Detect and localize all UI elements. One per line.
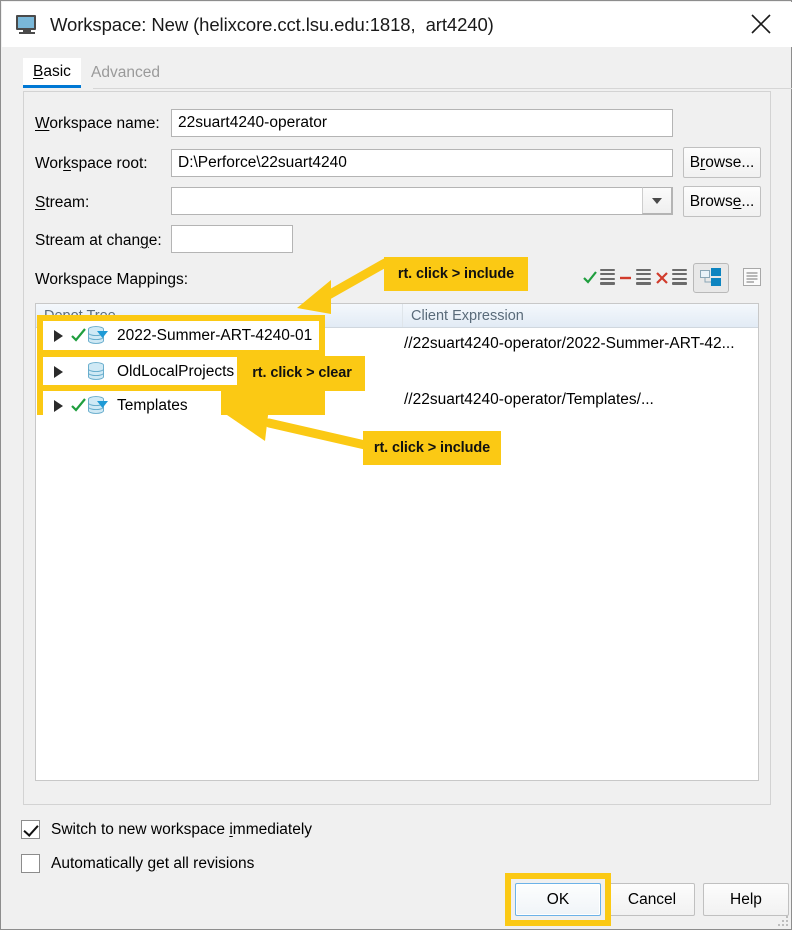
annotation-note-include-top: rt. click > include bbox=[384, 257, 528, 291]
workspace-root-label: Workspace root: bbox=[35, 155, 148, 172]
workspace-name-input[interactable]: 22suart4240-operator bbox=[171, 109, 673, 137]
window-title: Workspace: New (helixcore.cct.lsu.edu:18… bbox=[50, 13, 494, 35]
tree-row-expression-cell: //22suart4240-operator/2022-Summer-ART-4… bbox=[404, 334, 735, 352]
stream-at-change-input[interactable] bbox=[171, 225, 293, 253]
workspace-new-dialog: Workspace: New (helixcore.cct.lsu.edu:18… bbox=[0, 0, 792, 930]
tab-basic-label: BBasicasic bbox=[33, 62, 71, 80]
resize-grip[interactable] bbox=[776, 914, 788, 926]
tree-row-label: OldLocalProjects bbox=[117, 362, 235, 380]
annotation-highlight-ok-button bbox=[505, 873, 611, 926]
auto-get-revisions-checkbox[interactable] bbox=[21, 854, 40, 873]
include-mapping-icon[interactable] bbox=[583, 263, 617, 291]
browse-stream-label: Browse... bbox=[689, 192, 755, 210]
expand-chevron-icon[interactable] bbox=[47, 399, 69, 412]
tab-advanced[interactable]: Advanced bbox=[81, 58, 170, 88]
include-check-icon bbox=[69, 398, 87, 413]
stream-label: Stream: bbox=[35, 194, 90, 211]
help-button-label: Help bbox=[730, 890, 762, 908]
browse-root-label: Browse... bbox=[689, 153, 755, 171]
depot-icon bbox=[87, 361, 109, 382]
annotation-row2-content[interactable]: OldLocalProjects bbox=[43, 358, 234, 385]
annotation-note-clear: rt. click > clear bbox=[241, 358, 363, 388]
title-bar: Workspace: New (helixcore.cct.lsu.edu:18… bbox=[2, 2, 792, 47]
annotation-row3-content[interactable]: Templates bbox=[43, 392, 188, 419]
annotation-row1-content[interactable]: 2022-Summer-ART-4240-01 bbox=[43, 322, 312, 349]
stream-at-change-label: Stream at change: bbox=[35, 232, 162, 249]
tree-row-label: 2022-Summer-ART-4240-01 bbox=[117, 326, 313, 344]
tree-row-expression-cell: //22suart4240-operator/Templates/... bbox=[404, 390, 654, 408]
switch-workspace-checkbox-row[interactable]: Switch to new workspace immediately bbox=[21, 820, 312, 839]
expand-chevron-icon[interactable] bbox=[47, 365, 69, 378]
tree-row-label: Templates bbox=[117, 396, 188, 414]
tab-underline bbox=[93, 88, 792, 89]
tree-view-icon[interactable] bbox=[693, 263, 729, 293]
stream-dropdown-arrow-icon[interactable] bbox=[642, 187, 672, 214]
depot-icon bbox=[87, 395, 109, 416]
workspace-name-label: Workspace name: bbox=[35, 115, 160, 132]
column-header-client-expression[interactable]: Client Expression bbox=[402, 304, 758, 327]
tab-bar: BBasicasic Advanced bbox=[11, 58, 792, 89]
switch-workspace-label: Switch to new workspace immediately bbox=[51, 820, 313, 838]
stream-input[interactable] bbox=[171, 187, 673, 215]
text-view-icon[interactable] bbox=[735, 263, 769, 291]
depot-icon bbox=[87, 325, 109, 346]
remove-mapping-icon[interactable] bbox=[655, 263, 689, 291]
switch-workspace-checkbox[interactable] bbox=[21, 820, 40, 839]
tab-basic[interactable]: BBasicasic bbox=[23, 58, 81, 88]
cancel-button-label: Cancel bbox=[627, 890, 677, 908]
annotation-note-include-bottom: rt. click > include bbox=[363, 431, 501, 465]
cancel-button[interactable]: Cancel bbox=[609, 883, 695, 916]
stream-browse-button[interactable]: Browse... bbox=[683, 186, 761, 217]
close-icon[interactable] bbox=[738, 2, 784, 46]
tab-advanced-label: Advanced bbox=[91, 64, 160, 81]
annotation-arrow-bottom bbox=[227, 407, 369, 450]
auto-get-revisions-checkbox-row[interactable]: Automatically get all revisions bbox=[21, 854, 254, 873]
workspace-mappings-label: Workspace Mappings: bbox=[35, 271, 189, 288]
workspace-root-input[interactable]: D:\Perforce\22suart4240 bbox=[171, 149, 673, 177]
annotation-arrow-top bbox=[297, 258, 390, 314]
expand-chevron-icon[interactable] bbox=[47, 329, 69, 342]
workspace-monitor-icon bbox=[16, 14, 38, 36]
mapping-toolbar bbox=[583, 263, 763, 293]
help-button[interactable]: Help bbox=[703, 883, 789, 916]
exclude-mapping-icon[interactable] bbox=[619, 263, 653, 291]
workspace-root-browse-button[interactable]: Browse... bbox=[683, 147, 761, 178]
auto-get-revisions-label: Automatically get all revisions bbox=[51, 854, 255, 872]
include-check-icon bbox=[69, 328, 87, 343]
